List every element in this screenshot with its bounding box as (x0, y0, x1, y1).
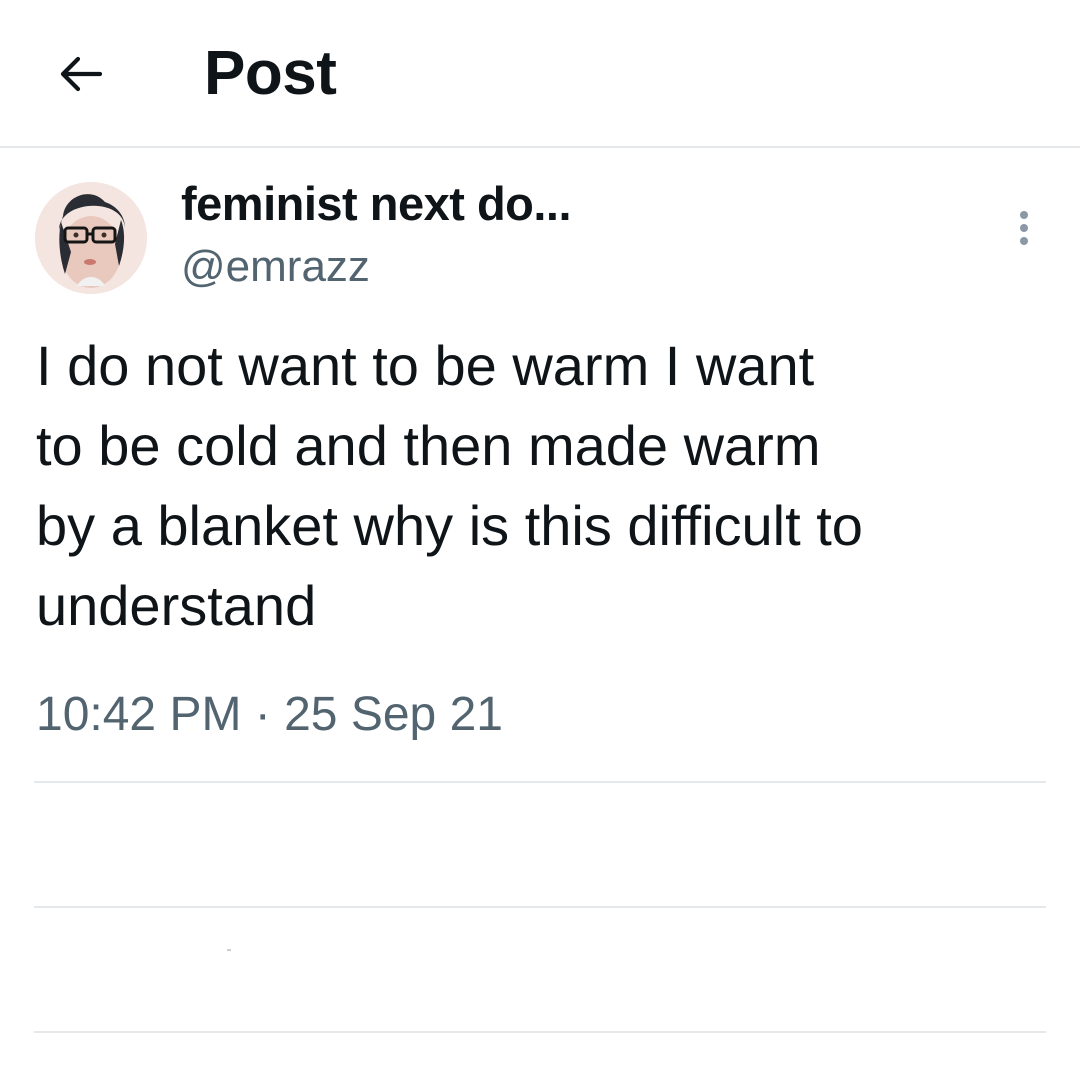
post-text-line: by a blanket why is this difficult to (36, 494, 863, 557)
more-vertical-icon (1020, 211, 1028, 219)
more-options-button[interactable] (1006, 200, 1042, 256)
post-timestamp[interactable]: 10:42 PM · 25 Sep 21 (36, 686, 503, 744)
post-text-line: I do not want to be warm I want (36, 334, 815, 397)
author-handle[interactable]: @emrazz (181, 240, 370, 294)
post-text: I do not want to be warm I want to be co… (36, 326, 1026, 646)
avatar[interactable] (35, 182, 147, 294)
page-title: Post (204, 39, 337, 108)
divider (34, 781, 1046, 783)
divider (34, 906, 1046, 908)
divider-mark (227, 949, 231, 951)
post-text-line: to be cold and then made warm (36, 414, 821, 477)
top-bar: Post (0, 0, 1080, 148)
more-vertical-icon-dot (1020, 237, 1028, 245)
back-button[interactable] (48, 42, 112, 106)
more-vertical-icon-dot (1020, 224, 1028, 232)
divider (34, 1031, 1046, 1033)
author-display-name[interactable]: feminist next do... (181, 176, 572, 232)
post-text-line: understand (36, 574, 317, 637)
arrow-left-icon (60, 56, 103, 92)
user-avatar-image (35, 182, 147, 294)
